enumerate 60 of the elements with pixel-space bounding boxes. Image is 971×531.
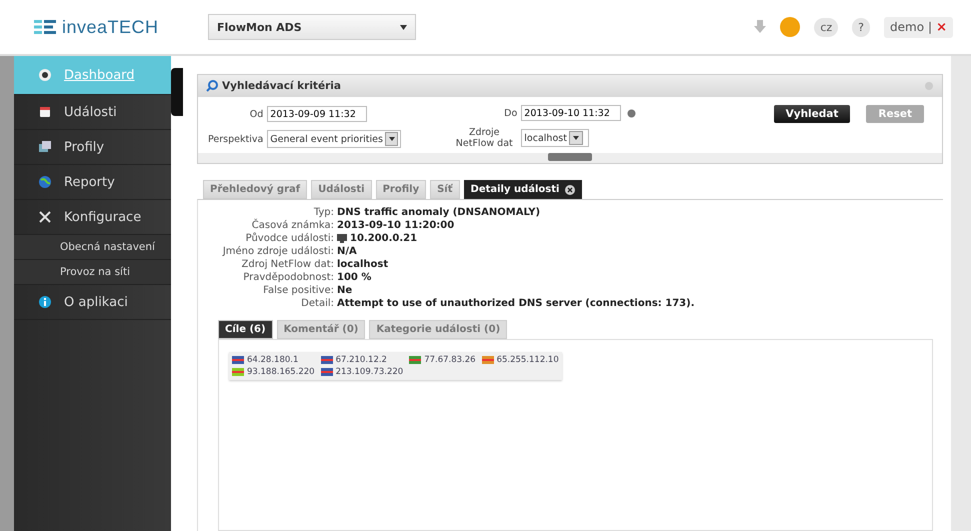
ip-address[interactable]: 77.67.83.26 bbox=[424, 355, 476, 365]
detail-label: Původce události: bbox=[244, 232, 334, 245]
download-icon bbox=[754, 20, 766, 34]
detail-value: DNS traffic anomaly (DNSANOMALY) bbox=[337, 206, 540, 219]
source-select[interactable]: localhost bbox=[521, 129, 590, 147]
ip-address[interactable]: 67.210.12.2 bbox=[336, 355, 387, 365]
logo-text: inveaTECH bbox=[62, 16, 159, 38]
field-label: Zdroje NetFlow dat bbox=[454, 127, 514, 149]
separator: | bbox=[928, 20, 932, 34]
ip-address[interactable]: 213.109.73.220 bbox=[336, 367, 404, 377]
detail-value: Ne bbox=[337, 284, 352, 297]
clock-icon bbox=[627, 108, 636, 118]
caret-icon bbox=[400, 24, 407, 30]
tools-icon bbox=[38, 210, 52, 224]
field-label: Do bbox=[503, 108, 518, 118]
field-label: Perspektiva bbox=[208, 134, 264, 144]
search-button[interactable]: Vyhledat bbox=[774, 105, 850, 123]
language-button[interactable]: cz bbox=[814, 18, 838, 36]
detail-label: Časová známka: bbox=[250, 219, 334, 232]
date-field[interactable]: 2013-09-10 11:32 bbox=[521, 105, 622, 121]
date-field[interactable]: 2013-09-09 11:32 bbox=[267, 106, 368, 122]
detail-label: Jméno zdroje události: bbox=[221, 245, 334, 258]
caret-icon bbox=[388, 137, 395, 141]
field-label: Od bbox=[248, 108, 264, 120]
detail-value: localhost bbox=[337, 258, 388, 271]
perspective-select[interactable]: General event priorities bbox=[267, 130, 402, 148]
detail-label: Typ: bbox=[312, 206, 334, 219]
detail-label: Pravděpodobnost: bbox=[242, 271, 334, 284]
product-select[interactable]: FlowMon ADS bbox=[208, 14, 416, 40]
ip-address[interactable]: 65.255.112.10 bbox=[496, 355, 559, 365]
dashboard-icon bbox=[38, 68, 52, 82]
status-dot bbox=[780, 17, 800, 37]
expand-handle[interactable] bbox=[548, 153, 592, 161]
logout-button[interactable]: × bbox=[936, 20, 947, 34]
detail-label: False positive: bbox=[262, 284, 334, 297]
panel-title: Vyhledávací kritéria bbox=[222, 80, 341, 92]
caret-icon bbox=[572, 136, 579, 140]
pages-icon bbox=[38, 140, 52, 154]
user-name[interactable]: demo bbox=[890, 20, 924, 34]
collapse-icon bbox=[924, 81, 934, 91]
detail-value: Attempt to use of unauthorized DNS server (connections: 173). bbox=[337, 297, 694, 310]
search-icon bbox=[206, 80, 218, 92]
calendar-icon bbox=[38, 105, 52, 119]
detail-label: Detail: bbox=[300, 297, 334, 310]
detail-value: 2013-09-10 11:20:00 bbox=[337, 219, 454, 232]
detail-value: 10.200.0.21 bbox=[350, 232, 418, 245]
help-button[interactable]: ? bbox=[852, 18, 870, 36]
sidebar-subitem[interactable]: Provoz na síti bbox=[14, 260, 171, 285]
detail-label: Zdroj NetFlow dat: bbox=[240, 258, 334, 271]
logo-icon bbox=[34, 19, 56, 35]
collapse-handle[interactable] bbox=[171, 68, 183, 116]
sidebar-subitem[interactable]: Obecná nastavení bbox=[14, 235, 171, 260]
globe-icon bbox=[38, 175, 52, 189]
info-icon bbox=[38, 295, 52, 309]
tab[interactable]: Cíle (6) bbox=[218, 320, 273, 339]
ip-address[interactable]: 93.188.165.220 bbox=[247, 367, 315, 377]
detail-value: 100 % bbox=[337, 271, 372, 284]
detail-value: N/A bbox=[337, 245, 357, 258]
tab[interactable]: Detaily události bbox=[464, 180, 582, 199]
ip-address[interactable]: 64.28.180.1 bbox=[247, 355, 298, 365]
